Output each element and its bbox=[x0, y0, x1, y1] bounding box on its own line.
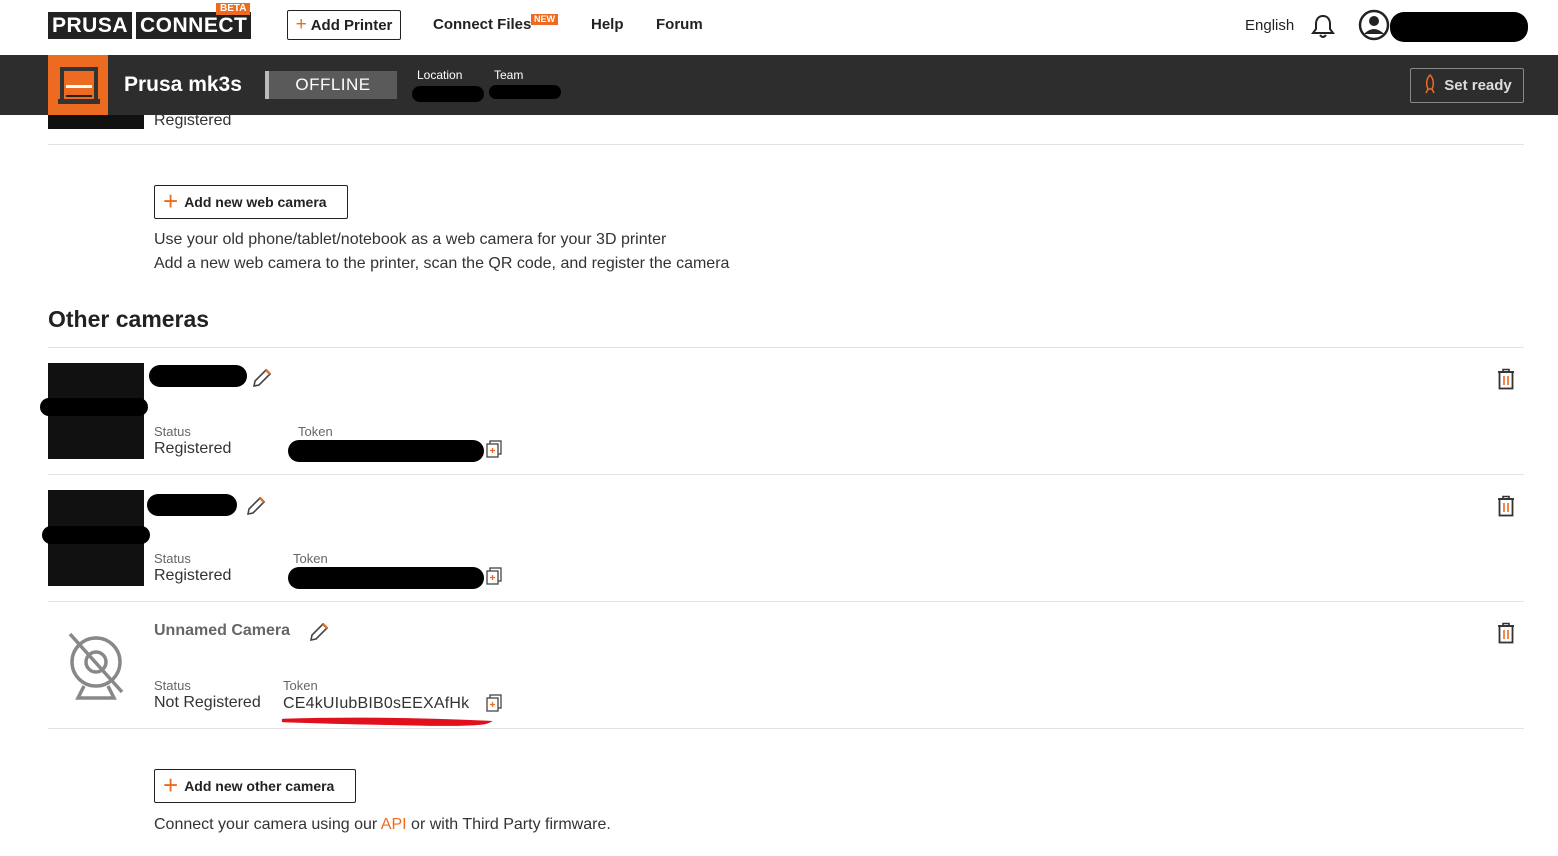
logo-connect: CONNECT bbox=[136, 12, 252, 39]
token-label: Token bbox=[293, 551, 328, 566]
pencil-icon[interactable] bbox=[245, 495, 267, 522]
status-value: Registered bbox=[154, 567, 232, 584]
user-avatar-icon[interactable] bbox=[1358, 9, 1390, 46]
divider bbox=[48, 728, 1524, 729]
trash-icon[interactable] bbox=[1496, 622, 1516, 649]
token-highlight-underline bbox=[280, 714, 494, 733]
footer-prefix: Connect your camera using our bbox=[154, 816, 378, 833]
plus-icon: + bbox=[295, 14, 307, 35]
add-web-camera-button[interactable]: + Add new web camera bbox=[154, 185, 348, 219]
redacted-token bbox=[288, 567, 484, 589]
copy-icon[interactable] bbox=[486, 567, 502, 590]
rocket-icon bbox=[1422, 73, 1438, 98]
add-other-camera-button[interactable]: + Add new other camera bbox=[154, 769, 356, 803]
other-cameras-title: Other cameras bbox=[48, 306, 210, 332]
webcam-thumbnail bbox=[48, 115, 144, 129]
trash-icon[interactable] bbox=[1496, 368, 1516, 395]
api-link[interactable]: API bbox=[381, 816, 407, 833]
language-selector[interactable]: English bbox=[1245, 17, 1294, 34]
footer-suffix: or with Third Party firmware. bbox=[411, 816, 611, 833]
token-value[interactable]: CE4kUIubBIB0sEEXAfHk bbox=[283, 695, 469, 713]
redacted-camera-name bbox=[149, 365, 247, 387]
redacted-token bbox=[288, 440, 484, 462]
nav-connect-files[interactable]: Connect Files bbox=[433, 16, 531, 33]
new-badge: NEW bbox=[531, 14, 558, 25]
divider bbox=[48, 144, 1524, 145]
redacted-thumbnail-mark bbox=[40, 398, 148, 416]
printer-name: Prusa mk3s bbox=[124, 73, 242, 96]
plus-icon: + bbox=[163, 186, 179, 216]
divider bbox=[48, 347, 1524, 348]
divider bbox=[48, 474, 1524, 475]
pencil-icon[interactable] bbox=[251, 367, 273, 394]
printer-thumbnail bbox=[48, 55, 108, 115]
status-label: Status bbox=[154, 678, 191, 693]
status-value: Registered bbox=[154, 440, 232, 457]
webcam-description-line2: Add a new web camera to the printer, sca… bbox=[154, 255, 730, 272]
printer-header-bar: Prusa mk3s OFFLINE Location Team Set rea… bbox=[0, 55, 1558, 115]
add-web-camera-label: Add new web camera bbox=[184, 194, 327, 210]
pencil-icon[interactable] bbox=[308, 621, 330, 648]
add-other-camera-label: Add new other camera bbox=[184, 778, 335, 794]
status-value: Not Registered bbox=[154, 694, 261, 711]
prusa-connect-logo[interactable]: PRUSA CONNECT BETA bbox=[48, 3, 252, 39]
redacted-thumbnail-mark bbox=[42, 526, 150, 544]
add-printer-label: Add Printer bbox=[310, 16, 393, 34]
add-printer-button[interactable]: + Add Printer bbox=[287, 10, 401, 40]
token-label: Token bbox=[298, 424, 333, 439]
redacted-username bbox=[1390, 12, 1528, 42]
team-label: Team bbox=[494, 68, 524, 82]
nav-forum[interactable]: Forum bbox=[656, 16, 703, 33]
bell-icon[interactable] bbox=[1311, 13, 1335, 44]
redacted-team bbox=[489, 85, 561, 99]
plus-icon: + bbox=[163, 770, 179, 800]
nav-help[interactable]: Help bbox=[591, 16, 624, 33]
set-ready-button[interactable]: Set ready bbox=[1410, 68, 1524, 103]
status-label: Status bbox=[154, 424, 191, 439]
redacted-camera-name bbox=[147, 494, 237, 516]
printer-state-badge: OFFLINE bbox=[265, 71, 397, 99]
camera-name: Unnamed Camera bbox=[154, 622, 291, 639]
set-ready-label: Set ready bbox=[1444, 77, 1512, 94]
webcam-status: Registered bbox=[154, 112, 232, 129]
camera-off-icon bbox=[64, 628, 128, 709]
trash-icon[interactable] bbox=[1496, 495, 1516, 522]
other-camera-footer: Connect your camera using our API or wit… bbox=[154, 816, 611, 834]
webcam-description-line1: Use your old phone/tablet/notebook as a … bbox=[154, 231, 667, 248]
location-label: Location bbox=[417, 68, 463, 82]
logo-prusa: PRUSA bbox=[48, 12, 133, 39]
token-label: Token bbox=[283, 678, 318, 693]
top-navigation: PRUSA CONNECT BETA + Add Printer Connect… bbox=[0, 0, 1558, 54]
divider bbox=[48, 601, 1524, 602]
status-label: Status bbox=[154, 551, 191, 566]
beta-badge: BETA bbox=[216, 3, 251, 15]
redacted-location bbox=[412, 86, 484, 102]
copy-icon[interactable] bbox=[486, 440, 502, 463]
